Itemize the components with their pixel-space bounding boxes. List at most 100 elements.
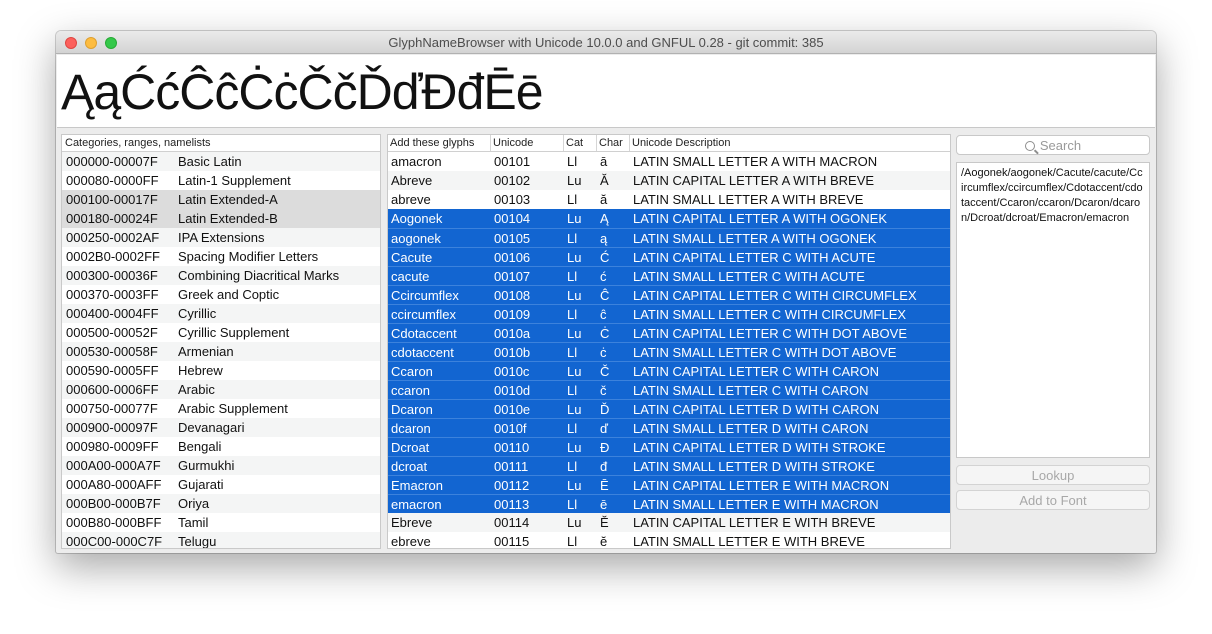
category-row[interactable]: 000600-0006FF Arabic bbox=[62, 380, 380, 399]
glyph-table-row[interactable]: Aogonek 00104 Lu Ą LATIN CAPITAL LETTER A WI… bbox=[388, 209, 950, 228]
category-row[interactable]: 000000-00007F Basic Latin bbox=[62, 152, 380, 171]
column-header-char[interactable]: Char bbox=[597, 135, 630, 151]
category-row[interactable]: 000370-0003FF Greek and Coptic bbox=[62, 285, 380, 304]
category-row[interactable]: 000900-00097F Devanagari bbox=[62, 418, 380, 437]
glyph-table-row[interactable]: cacute 00107 Ll ć LATIN SMALL LETTER C WITH … bbox=[388, 266, 950, 285]
category-row[interactable]: 000A80-000AFF Gujarati bbox=[62, 475, 380, 494]
category-cell: Ll bbox=[567, 269, 578, 284]
category-row[interactable]: 000B80-000BFF Tamil bbox=[62, 513, 380, 532]
description-cell: LATIN SMALL LETTER C WITH ACUTE bbox=[633, 269, 865, 284]
glyph-table-row[interactable]: Ebreve 00114 Lu Ĕ LATIN CAPITAL LETTER E WIT… bbox=[388, 513, 950, 532]
glyph-table-row[interactable]: ebreve 00115 Ll ĕ LATIN SMALL LETTER E WITH … bbox=[388, 532, 950, 549]
unicode-cell: 00111 bbox=[494, 459, 529, 474]
glyph-name-cell: Dcaron bbox=[391, 402, 433, 417]
category-name: Basic Latin bbox=[178, 154, 242, 169]
glyph-table-row[interactable]: Ccaron 0010c Lu Č LATIN CAPITAL LETTER C WIT… bbox=[388, 361, 950, 380]
category-row[interactable]: 000A00-000A7F Gurmukhi bbox=[62, 456, 380, 475]
glyph-table-row[interactable]: Cacute 00106 Lu Ć LATIN CAPITAL LETTER C WIT… bbox=[388, 247, 950, 266]
unicode-cell: 0010e bbox=[494, 402, 531, 417]
glyph-name-cell: Emacron bbox=[391, 478, 444, 493]
category-row[interactable]: 000530-00058F Armenian bbox=[62, 342, 380, 361]
glyph-table-row[interactable]: ccaron 0010d Ll č LATIN SMALL LETTER C WITH … bbox=[388, 380, 950, 399]
category-row[interactable]: 000500-00052F Cyrillic Supplement bbox=[62, 323, 380, 342]
glyph-table-row[interactable]: amacron 00101 Ll ā LATIN SMALL LETTER A WITH… bbox=[388, 152, 950, 171]
search-field[interactable]: Search bbox=[956, 135, 1150, 155]
char-cell: Ą bbox=[600, 211, 609, 226]
lookup-button[interactable]: Lookup bbox=[956, 465, 1150, 485]
glyph-table-row[interactable]: dcroat 00111 Ll đ LATIN SMALL LETTER D WITH … bbox=[388, 456, 950, 475]
search-placeholder: Search bbox=[1039, 138, 1082, 153]
category-name: Gurmukhi bbox=[178, 458, 235, 473]
column-header-glyph-name[interactable]: Add these glyphs bbox=[388, 135, 491, 151]
category-row[interactable]: 000B00-000B7F Oriya bbox=[62, 494, 380, 513]
description-cell: LATIN SMALL LETTER C WITH CARON bbox=[633, 383, 869, 398]
category-row[interactable]: 000300-00036F Combining Diacritical Marks bbox=[62, 266, 380, 285]
category-range: 000080-0000FF bbox=[66, 173, 159, 188]
glyph-name-cell: dcroat bbox=[391, 459, 428, 474]
category-row[interactable]: 000C00-000C7F Telugu bbox=[62, 532, 380, 549]
unicode-cell: 00102 bbox=[494, 173, 531, 188]
category-row[interactable]: 000180-00024F Latin Extended-B bbox=[62, 209, 380, 228]
category-row[interactable]: 000750-00077F Arabic Supplement bbox=[62, 399, 380, 418]
glyph-table: Add these glyphs Unicode Cat Char Unicod… bbox=[387, 134, 951, 549]
char-cell: ā bbox=[600, 154, 608, 169]
glyph-name-cell: abreve bbox=[391, 192, 431, 207]
unicode-cell: 00113 bbox=[494, 497, 530, 512]
glyph-name-cell: dcaron bbox=[391, 421, 431, 436]
glyph-table-row[interactable]: ccircumflex 00109 Ll ĉ LATIN SMALL LETTER C … bbox=[388, 304, 950, 323]
glyph-table-row[interactable]: Dcroat 00110 Lu Đ LATIN CAPITAL LETTER D WIT… bbox=[388, 437, 950, 456]
categories-list-body: 000000-00007F Basic Latin 000080-0000FF Lat… bbox=[62, 152, 380, 549]
categories-header[interactable]: Categories, ranges, namelists bbox=[62, 135, 380, 152]
category-name: Armenian bbox=[178, 344, 234, 359]
char-cell: ć bbox=[600, 269, 607, 284]
category-row[interactable]: 000100-00017F Latin Extended-A bbox=[62, 190, 380, 209]
category-row[interactable]: 000080-0000FF Latin-1 Supplement bbox=[62, 171, 380, 190]
category-name: Oriya bbox=[178, 496, 210, 511]
glyph-names-output[interactable]: /Aogonek/aogonek/Cacute/cacute/Ccircumfl… bbox=[956, 162, 1150, 458]
glyph-table-row[interactable]: abreve 00103 Ll ă LATIN SMALL LETTER A WITH … bbox=[388, 190, 950, 209]
category-cell: Ll bbox=[567, 231, 578, 246]
category-cell: Lu bbox=[567, 515, 582, 530]
description-cell: LATIN CAPITAL LETTER C WITH ACUTE bbox=[633, 250, 876, 265]
category-row[interactable]: 000590-0005FF Hebrew bbox=[62, 361, 380, 380]
categories-list: Categories, ranges, namelists 000000-000… bbox=[61, 134, 381, 549]
category-row[interactable]: 000400-0004FF Cyrillic bbox=[62, 304, 380, 323]
category-cell: Lu bbox=[567, 402, 582, 417]
category-cell: Ll bbox=[567, 534, 578, 549]
search-icon bbox=[1024, 141, 1035, 151]
glyph-table-row[interactable]: aogonek 00105 Ll ą LATIN SMALL LETTER A WITH… bbox=[388, 228, 950, 247]
unicode-cell: 00103 bbox=[494, 192, 531, 207]
glyph-table-row[interactable]: cdotaccent 0010b Ll ċ LATIN SMALL LETTER C W… bbox=[388, 342, 950, 361]
glyph-table-row[interactable]: Ccircumflex 00108 Lu Ĉ LATIN CAPITAL LETTER … bbox=[388, 285, 950, 304]
unicode-cell: 00110 bbox=[494, 440, 530, 455]
column-header-unicode[interactable]: Unicode bbox=[491, 135, 564, 151]
glyph-table-row[interactable]: Emacron 00112 Lu Ē LATIN CAPITAL LETTER E WI… bbox=[388, 475, 950, 494]
category-range: 000300-00036F bbox=[66, 268, 158, 283]
category-row[interactable]: 000980-0009FF Bengali bbox=[62, 437, 380, 456]
glyph-table-row[interactable]: Abreve 00102 Lu Ă LATIN CAPITAL LETTER A WIT… bbox=[388, 171, 950, 190]
description-cell: LATIN CAPITAL LETTER D WITH CARON bbox=[633, 402, 880, 417]
column-header-description[interactable]: Unicode Description bbox=[630, 135, 950, 151]
glyph-table-row[interactable]: emacron 00113 Ll ē LATIN SMALL LETTER E WITH… bbox=[388, 494, 950, 513]
category-row[interactable]: 000250-0002AF IPA Extensions bbox=[62, 228, 380, 247]
unicode-cell: 00107 bbox=[494, 269, 531, 284]
description-cell: LATIN CAPITAL LETTER C WITH DOT ABOVE bbox=[633, 326, 908, 341]
char-cell: Ď bbox=[600, 402, 610, 417]
glyph-table-row[interactable]: Dcaron 0010e Lu Ď LATIN CAPITAL LETTER D WIT… bbox=[388, 399, 950, 418]
char-cell: ă bbox=[600, 192, 608, 207]
category-cell: Lu bbox=[567, 364, 582, 379]
category-row[interactable]: 0002B0-0002FF Spacing Modifier Letters bbox=[62, 247, 380, 266]
description-cell: LATIN CAPITAL LETTER D WITH STROKE bbox=[633, 440, 886, 455]
char-cell: ĉ bbox=[600, 307, 607, 322]
category-range: 000750-00077F bbox=[66, 401, 158, 416]
unicode-cell: 00114 bbox=[494, 515, 530, 530]
column-header-category[interactable]: Cat bbox=[564, 135, 597, 151]
glyph-table-row[interactable]: dcaron 0010f Ll ď LATIN SMALL LETTER D WITH … bbox=[388, 418, 950, 437]
add-to-font-button[interactable]: Add to Font bbox=[956, 490, 1150, 510]
category-range: 000C00-000C7F bbox=[66, 534, 163, 549]
glyph-table-row[interactable]: Cdotaccent 0010a Lu Ċ LATIN CAPITAL LETTER C… bbox=[388, 323, 950, 342]
glyph-table-header: Add these glyphs Unicode Cat Char Unicod… bbox=[388, 135, 950, 152]
unicode-cell: 00115 bbox=[494, 534, 530, 549]
glyph-name-cell: ebreve bbox=[391, 534, 431, 549]
category-range: 000180-00024F bbox=[66, 211, 158, 226]
